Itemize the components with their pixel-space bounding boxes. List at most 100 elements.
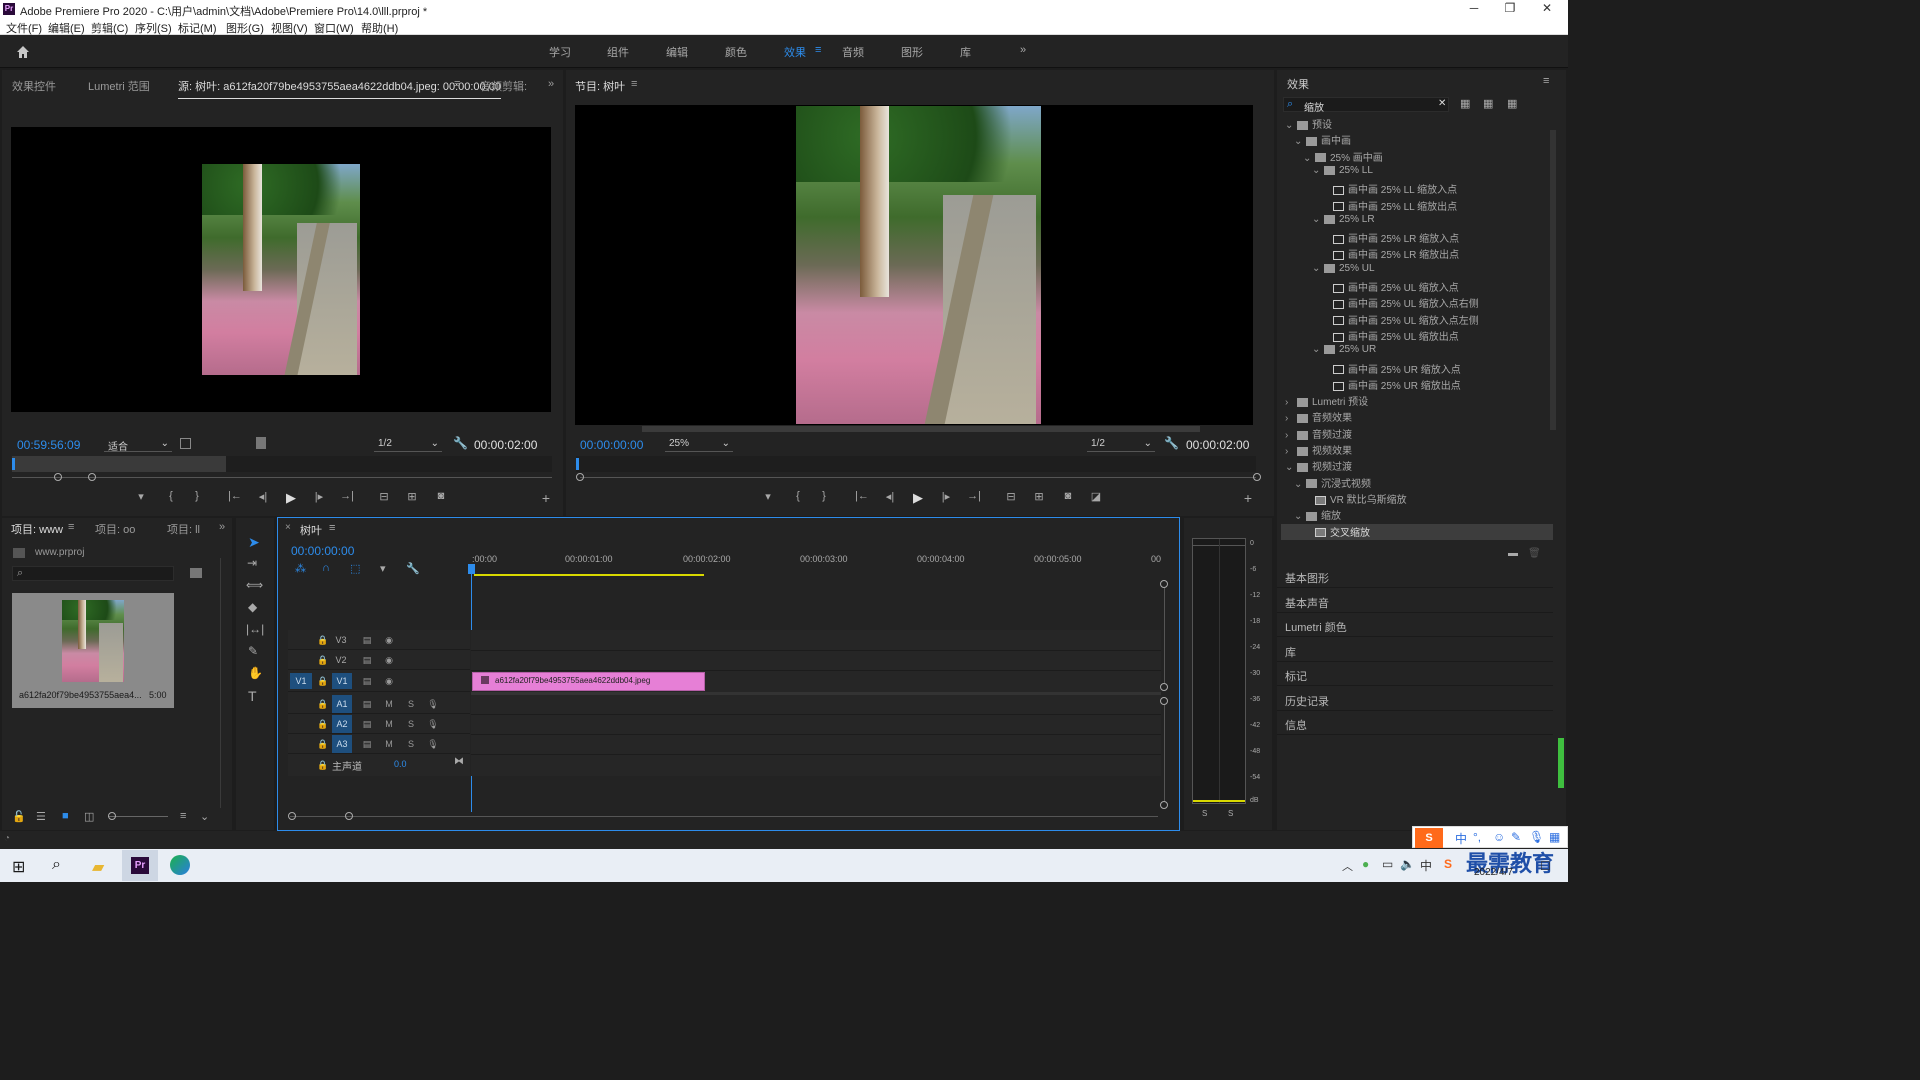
premiere-taskbar-button[interactable]: Pr xyxy=(122,850,158,881)
program-playhead[interactable] xyxy=(576,458,579,470)
workspace-tab-editing[interactable]: 编辑 xyxy=(666,44,688,60)
32bit-effects-icon[interactable]: ▦ xyxy=(1483,97,1493,110)
menu-view[interactable]: 视图(V) xyxy=(271,20,308,36)
effects-scrollbar[interactable] xyxy=(1550,130,1556,430)
program-time-ruler[interactable] xyxy=(576,456,1256,472)
menu-graphics[interactable]: 图形(G) xyxy=(226,20,264,36)
film-icon[interactable]: ▤ xyxy=(360,674,374,688)
go-to-in-icon[interactable]: |← xyxy=(853,490,871,502)
effects-item[interactable]: 画中画 25% UR 缩放出点 xyxy=(1281,377,1553,393)
master-volume-value[interactable]: 0.0 xyxy=(394,759,407,769)
chevron-down-icon[interactable]: ⌄ xyxy=(200,810,209,823)
go-to-in-icon[interactable]: |← xyxy=(226,490,244,502)
tracks-area[interactable]: a612fa20f79be4953755aea4622ddb04.jpeg xyxy=(471,630,1161,776)
menu-edit[interactable]: 编辑(E) xyxy=(48,20,85,36)
source-timecode[interactable]: 00:59:56:09 xyxy=(17,438,80,452)
tab-audio-clip-mixer[interactable]: 音频剪辑: xyxy=(480,78,527,94)
microphone-icon[interactable]: 🎙 xyxy=(1529,830,1544,844)
side-panel-item[interactable]: 基本声音 xyxy=(1285,595,1329,611)
program-zoom-dropdown[interactable]: 25% ⌄ xyxy=(665,438,733,452)
chevron-right-icon[interactable]: › xyxy=(1285,446,1297,457)
accelerated-effects-icon[interactable]: ▦ xyxy=(1460,97,1470,110)
chevron-down-icon[interactable]: ⌄ xyxy=(1312,344,1324,355)
chevron-down-icon[interactable]: ⌄ xyxy=(1312,214,1324,225)
source-playhead[interactable] xyxy=(12,458,15,470)
solo-button[interactable]: S xyxy=(404,717,418,731)
mute-button[interactable]: M xyxy=(382,717,396,731)
go-to-out-icon[interactable]: →| xyxy=(965,490,983,502)
zoom-slider[interactable] xyxy=(108,816,168,817)
lift-icon[interactable]: ⊟ xyxy=(1002,490,1020,503)
mark-out-icon[interactable]: } xyxy=(815,490,833,502)
project-search-input[interactable]: ⌕ xyxy=(12,566,174,581)
clip-thumbnail-card[interactable]: a612fa20f79be4953755aea4... 5:00 xyxy=(12,593,174,708)
effects-folder[interactable]: ⌄ 25% 画中画 xyxy=(1281,149,1553,165)
zoom-handle-right[interactable] xyxy=(1253,473,1261,481)
timeline-timecode[interactable]: 00:00:00:00 xyxy=(291,544,354,558)
workspace-menu-icon[interactable]: ≡ xyxy=(815,44,821,56)
zoom-handle-left[interactable] xyxy=(288,812,296,820)
side-panel-item[interactable]: 历史记录 xyxy=(1285,693,1329,709)
lock-icon[interactable]: 🔒 xyxy=(316,653,330,667)
sort-icon[interactable]: ≡ xyxy=(180,810,186,822)
menu-sequence[interactable]: 序列(S) xyxy=(135,20,172,36)
source-patch-v1[interactable]: V1 xyxy=(290,673,312,689)
add-marker-icon[interactable]: ▾ xyxy=(380,562,386,575)
sequence-name[interactable]: 树叶 xyxy=(300,522,322,538)
volume-icon[interactable]: 🔈 xyxy=(1400,857,1415,871)
tab-project-www[interactable]: 项目: www xyxy=(11,521,63,541)
side-panel-item[interactable]: 信息 xyxy=(1285,717,1307,733)
video-scroll-handle-bottom[interactable] xyxy=(1160,683,1168,691)
source-resolution-dropdown[interactable]: 1/2 ⌄ xyxy=(374,438,442,452)
windows-start-icon[interactable]: ⊞ xyxy=(12,857,25,877)
add-marker-icon[interactable]: ▾ xyxy=(759,490,777,503)
side-panel-item[interactable]: Lumetri 颜色 xyxy=(1285,619,1347,635)
audio-track-scrollbar[interactable] xyxy=(1164,705,1165,801)
zoom-handle-right[interactable] xyxy=(345,812,353,820)
effects-folder[interactable]: › 音频过渡 xyxy=(1281,426,1553,442)
maximize-button[interactable]: ❐ xyxy=(1496,1,1524,17)
tab-project-oo[interactable]: 项目: oo xyxy=(95,521,135,537)
ime-indicator-icon[interactable]: 中 xyxy=(1420,857,1432,874)
source-tab-menu-icon[interactable]: ≡ xyxy=(454,78,460,90)
audio-scroll-handle-bottom[interactable] xyxy=(1160,801,1168,809)
snap-icon[interactable]: ⁂ xyxy=(295,562,306,575)
emoji-icon[interactable]: ☺ xyxy=(1493,830,1505,844)
workspace-more-button[interactable]: » xyxy=(1020,44,1026,56)
network-icon[interactable]: ▭ xyxy=(1382,857,1393,871)
notification-icon[interactable]: ☐ xyxy=(1540,859,1551,873)
step-forward-icon[interactable]: |▸ xyxy=(937,490,955,503)
tab-effect-controls[interactable]: 效果控件 xyxy=(12,78,56,94)
project-tab-menu-icon[interactable]: ≡ xyxy=(68,521,74,533)
zoom-handle-left[interactable] xyxy=(576,473,584,481)
effects-menu-icon[interactable]: ≡ xyxy=(1543,75,1549,87)
timeline-zoom-bar[interactable] xyxy=(290,816,1158,817)
lock-icon[interactable]: 🔒 xyxy=(316,633,330,647)
chevron-down-icon[interactable]: ⌄ xyxy=(1294,479,1306,490)
solo-button[interactable]: S xyxy=(404,737,418,751)
panel-overflow-icon[interactable]: » xyxy=(219,521,225,533)
side-panel-item[interactable]: 库 xyxy=(1285,644,1296,660)
type-tool-icon[interactable]: T xyxy=(248,688,257,704)
menu-window[interactable]: 窗口(W) xyxy=(314,20,354,36)
eye-icon[interactable]: ◉ xyxy=(382,653,396,667)
effects-item[interactable]: 画中画 25% UL 缩放出点 xyxy=(1281,328,1553,344)
file-explorer-icon[interactable]: ▰ xyxy=(92,857,104,877)
punctuation-icon[interactable]: °, xyxy=(1473,830,1481,844)
workspace-tab-assembly[interactable]: 组件 xyxy=(607,44,629,60)
workspace-tab-effects[interactable]: 效果 xyxy=(784,44,806,60)
yuv-effects-icon[interactable]: ▦ xyxy=(1507,97,1517,110)
sogou-tray-icon[interactable]: S xyxy=(1444,857,1452,871)
go-to-out-icon[interactable]: →| xyxy=(338,490,356,502)
effects-folder[interactable]: › 视频效果 xyxy=(1281,442,1553,458)
hand-tool-icon[interactable]: ✋ xyxy=(248,666,263,680)
effects-folder[interactable]: ⌄ 预设 xyxy=(1281,116,1553,132)
lock-icon[interactable]: 🔒 xyxy=(316,697,330,711)
step-back-icon[interactable]: ◂| xyxy=(254,490,272,503)
chevron-down-icon[interactable]: ⌄ xyxy=(1285,120,1297,131)
lock-icon[interactable]: 🔒 xyxy=(316,674,330,688)
bowtie-icon[interactable]: ⧓ xyxy=(454,756,464,767)
overwrite-icon[interactable]: ⊞ xyxy=(403,490,421,503)
icon-view-icon[interactable]: ■ xyxy=(62,810,69,822)
comparison-view-icon[interactable]: ◪ xyxy=(1087,490,1105,503)
